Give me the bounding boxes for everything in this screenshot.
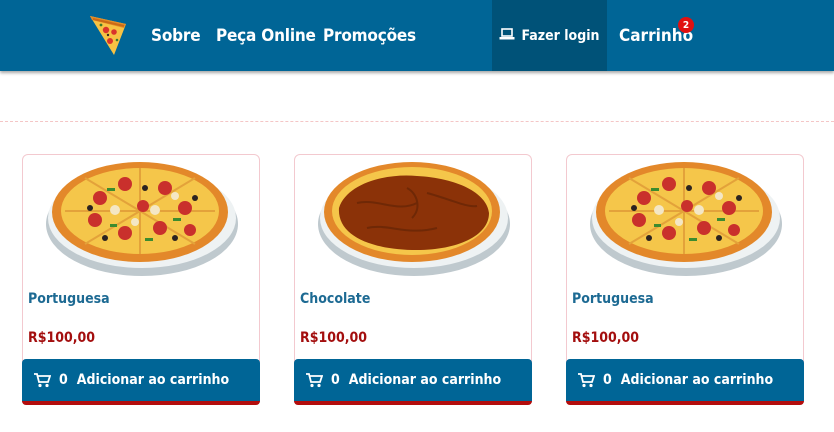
product-card: Portuguesa R$100,00 0 Adicionar ao carri…	[566, 154, 804, 405]
add-to-cart-label: Adicionar ao carrinho	[348, 372, 502, 388]
add-to-cart-button[interactable]: 0 Adicionar ao carrinho	[22, 359, 260, 405]
add-to-cart-label: Adicionar ao carrinho	[620, 372, 774, 388]
shopping-cart-icon	[33, 372, 51, 388]
product-name[interactable]: Portuguesa	[28, 291, 110, 307]
pizza-portuguesa-image	[590, 162, 782, 276]
cart-count-badge: 2	[678, 17, 694, 33]
login-button[interactable]: Fazer login	[492, 0, 607, 71]
nav-sobre[interactable]: Sobre	[151, 0, 201, 71]
pizza-slice-logo-icon[interactable]	[84, 10, 132, 58]
shopping-cart-icon	[305, 372, 323, 388]
add-to-cart-button[interactable]: 0 Adicionar ao carrinho	[566, 359, 804, 405]
product-price: R$100,00	[300, 330, 368, 346]
product-card: Chocolate R$100,00 0 Adicionar ao carrin…	[294, 154, 532, 405]
product-name[interactable]: Chocolate	[300, 291, 370, 307]
product-price: R$100,00	[28, 330, 96, 346]
nav-peca-online[interactable]: Peça Online	[216, 0, 316, 71]
cart-link[interactable]: Carrinho 2	[619, 0, 694, 71]
cart-quantity: 0	[603, 372, 612, 388]
product-name[interactable]: Portuguesa	[572, 291, 654, 307]
product-price: R$100,00	[572, 330, 640, 346]
pizza-chocolate-image	[318, 162, 510, 276]
top-navbar: Sobre Peça Online Promoções Fazer login …	[0, 0, 834, 71]
product-card: Portuguesa R$100,00 0 Adicionar ao carri…	[22, 154, 260, 405]
pizza-portuguesa-image	[46, 162, 238, 276]
add-to-cart-label: Adicionar ao carrinho	[76, 372, 230, 388]
add-to-cart-button[interactable]: 0 Adicionar ao carrinho	[294, 359, 532, 405]
section-divider	[0, 121, 834, 122]
laptop-icon	[499, 27, 515, 44]
nav-promocoes[interactable]: Promoções	[323, 0, 416, 71]
cart-quantity: 0	[59, 372, 68, 388]
shopping-cart-icon	[577, 372, 595, 388]
cart-quantity: 0	[331, 372, 340, 388]
login-label: Fazer login	[521, 27, 600, 44]
